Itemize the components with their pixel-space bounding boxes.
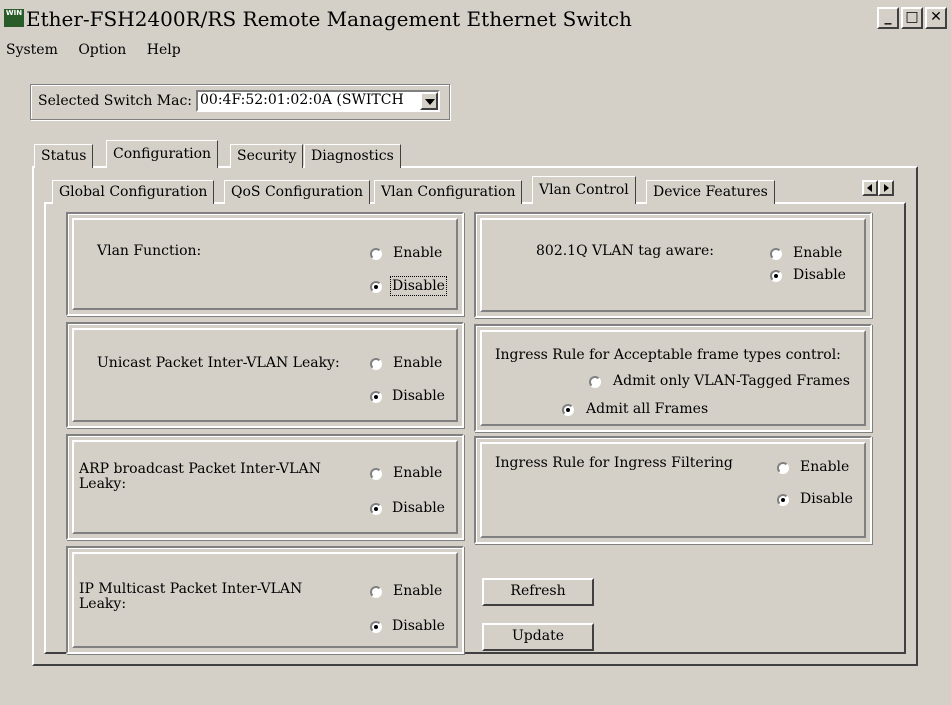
tag-aware-inner bbox=[480, 218, 866, 312]
close-button[interactable]: ✕ bbox=[925, 7, 947, 29]
arp-leaky-label-line2: Leaky: bbox=[79, 476, 127, 492]
menu-system[interactable]: System bbox=[6, 42, 58, 58]
tag-aware-enable-label: Enable bbox=[793, 245, 843, 261]
arp-leaky-label-line1: ARP broadcast Packet Inter-VLAN bbox=[79, 461, 321, 477]
vlan-function-inner bbox=[72, 218, 458, 310]
tab-vlan-control[interactable]: Vlan Control bbox=[532, 176, 636, 204]
arp-leaky-inner bbox=[72, 440, 458, 534]
minimize-button[interactable]: _ bbox=[877, 7, 899, 29]
ingress-frame-types-label: Ingress Rule for Acceptable frame types … bbox=[495, 347, 841, 363]
unicast-leaky-enable-radio[interactable] bbox=[370, 358, 382, 370]
update-button[interactable]: Update bbox=[482, 623, 594, 651]
vlan-function-label: Vlan Function: bbox=[97, 243, 202, 259]
admit-vlan-tagged-radio[interactable] bbox=[589, 376, 601, 388]
tag-aware-enable-radio[interactable] bbox=[770, 248, 782, 260]
ip-multicast-leaky-label-line2: Leaky: bbox=[79, 596, 127, 612]
ip-multicast-leaky-disable-radio[interactable] bbox=[370, 621, 382, 633]
tag-aware-label: 802.1Q VLAN tag aware: bbox=[536, 243, 714, 259]
ip-multicast-leaky-disable-label: Disable bbox=[392, 618, 445, 634]
selected-switch-label: Selected Switch Mac: bbox=[38, 93, 193, 109]
unicast-leaky-disable-radio[interactable] bbox=[370, 391, 382, 403]
tab-scroll-right-button[interactable] bbox=[878, 180, 894, 196]
ingress-filtering-label: Ingress Rule for Ingress Filtering bbox=[495, 455, 733, 471]
ingress-filtering-enable-radio[interactable] bbox=[777, 462, 789, 474]
admit-vlan-tagged-label: Admit only VLAN-Tagged Frames bbox=[613, 373, 850, 389]
unicast-leaky-label: Unicast Packet Inter-VLAN Leaky: bbox=[97, 355, 340, 371]
arp-leaky-enable-label: Enable bbox=[393, 465, 443, 481]
arp-leaky-enable-radio[interactable] bbox=[370, 468, 382, 480]
admit-all-frames-radio[interactable] bbox=[562, 404, 574, 416]
ingress-filtering-disable-label: Disable bbox=[800, 491, 853, 507]
tab-security[interactable]: Security bbox=[230, 144, 304, 168]
menu-help[interactable]: Help bbox=[147, 42, 181, 58]
vlan-function-disable-label: Disable bbox=[390, 276, 447, 296]
arp-leaky-disable-label: Disable bbox=[392, 500, 445, 516]
tag-aware-disable-radio[interactable] bbox=[770, 270, 782, 282]
menu-bar: System Option Help bbox=[6, 42, 181, 58]
tab-configuration[interactable]: Configuration bbox=[106, 140, 219, 168]
ip-multicast-leaky-label-line1: IP Multicast Packet Inter-VLAN bbox=[79, 581, 303, 597]
tab-diagnostics[interactable]: Diagnostics bbox=[304, 144, 401, 168]
unicast-leaky-disable-label: Disable bbox=[392, 388, 445, 404]
tab-vlan-configuration[interactable]: Vlan Configuration bbox=[374, 180, 523, 204]
menu-option[interactable]: Option bbox=[78, 42, 126, 58]
vlan-function-enable-label: Enable bbox=[393, 245, 443, 261]
chevron-left-icon bbox=[867, 184, 872, 192]
unicast-leaky-enable-label: Enable bbox=[393, 355, 443, 371]
app-icon: WIN bbox=[4, 9, 24, 27]
ingress-filtering-disable-radio[interactable] bbox=[777, 494, 789, 506]
tag-aware-disable-label: Disable bbox=[793, 267, 846, 283]
chevron-right-icon bbox=[884, 184, 889, 192]
tab-global-configuration[interactable]: Global Configuration bbox=[52, 180, 215, 204]
ip-multicast-leaky-enable-label: Enable bbox=[393, 583, 443, 599]
ingress-filtering-enable-label: Enable bbox=[800, 459, 850, 475]
maximize-button[interactable]: □ bbox=[901, 7, 923, 29]
switch-mac-value: 00:4F:52:01:02:0A (SWITCH bbox=[200, 92, 404, 108]
tab-scroll-left-button[interactable] bbox=[862, 180, 878, 196]
arp-leaky-disable-radio[interactable] bbox=[370, 503, 382, 515]
vlan-function-disable-radio[interactable] bbox=[370, 281, 382, 293]
tab-status[interactable]: Status bbox=[34, 144, 94, 168]
vlan-function-enable-radio[interactable] bbox=[370, 248, 382, 260]
window-title: Ether-FSH2400R/RS Remote Management Ethe… bbox=[26, 7, 632, 31]
refresh-button[interactable]: Refresh bbox=[482, 578, 594, 606]
chevron-down-icon[interactable] bbox=[420, 92, 438, 110]
unicast-leaky-inner bbox=[72, 328, 458, 422]
tab-device-features[interactable]: Device Features bbox=[646, 180, 775, 204]
tab-qos-configuration[interactable]: QoS Configuration bbox=[224, 180, 371, 204]
admit-all-frames-label: Admit all Frames bbox=[586, 401, 709, 417]
ip-multicast-leaky-enable-radio[interactable] bbox=[370, 586, 382, 598]
